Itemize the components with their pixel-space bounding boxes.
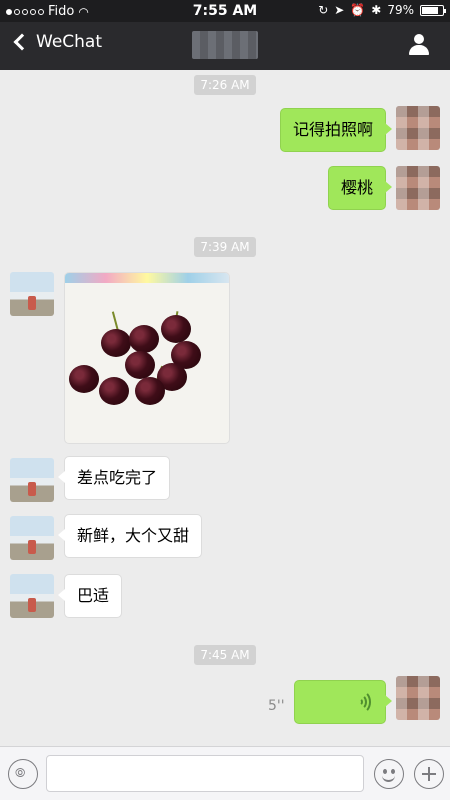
cherry — [129, 325, 159, 353]
chat-title — [192, 31, 258, 59]
cherry — [125, 351, 155, 379]
battery-icon — [420, 4, 446, 16]
message-bubble-outgoing[interactable]: 记得拍照啊 — [279, 108, 393, 152]
cherry — [135, 377, 165, 405]
timestamp: 7:26 AM — [0, 74, 450, 95]
input-bar: ⦾ — [0, 746, 450, 800]
plus-icon[interactable] — [414, 759, 444, 789]
chevron-left-icon — [13, 33, 31, 51]
message-bubble-incoming[interactable]: 差点吃完了 — [57, 456, 171, 500]
cherry — [101, 329, 131, 357]
lock-rotation-icon: ↻ — [318, 3, 329, 17]
alarm-icon: ⏰ — [350, 3, 366, 17]
cherry — [69, 365, 99, 393]
back-label: WeChat — [36, 32, 102, 52]
chat-area[interactable]: 7:26 AM 记得拍照啊 樱桃 7:39 AM 差点吃完了 新鲜，大个又甜 巴… — [0, 70, 450, 746]
avatar-contact[interactable] — [10, 458, 54, 502]
message-bubble-outgoing[interactable]: 樱桃 — [327, 166, 393, 210]
avatar-me[interactable] — [396, 676, 440, 720]
voice-duration: 5'' — [268, 698, 285, 714]
nav-bar: WeChat — [0, 22, 450, 70]
avatar-contact[interactable] — [10, 516, 54, 560]
voice-input-icon[interactable]: ⦾ — [8, 759, 38, 789]
photo-strip — [65, 273, 229, 283]
battery-percent: 79% — [387, 3, 414, 17]
back-button[interactable]: WeChat — [10, 32, 102, 52]
message-bubble-incoming[interactable]: 新鲜，大个又甜 — [57, 514, 203, 558]
avatar-me[interactable] — [396, 106, 440, 150]
person-icon[interactable] — [408, 34, 430, 56]
emoji-icon[interactable] — [374, 759, 404, 789]
image-message[interactable] — [64, 272, 230, 444]
voice-wave-icon — [357, 690, 373, 714]
status-right: ↻ ➤ ⏰ ✱ 79% — [318, 3, 446, 17]
timestamp: 7:45 AM — [0, 644, 450, 665]
timestamp: 7:39 AM — [0, 236, 450, 257]
cherry — [161, 315, 191, 343]
location-icon: ➤ — [334, 3, 345, 17]
avatar-contact[interactable] — [10, 574, 54, 618]
bluetooth-icon: ✱ — [371, 3, 382, 17]
voice-message[interactable] — [294, 680, 392, 724]
status-bar: Fido ◠ 7:55 AM ↻ ➤ ⏰ ✱ 79% — [0, 0, 450, 22]
cherry — [99, 377, 129, 405]
message-bubble-incoming[interactable]: 巴适 — [57, 574, 123, 618]
avatar-me[interactable] — [396, 166, 440, 210]
message-input[interactable] — [46, 755, 364, 792]
avatar-contact[interactable] — [10, 272, 54, 316]
